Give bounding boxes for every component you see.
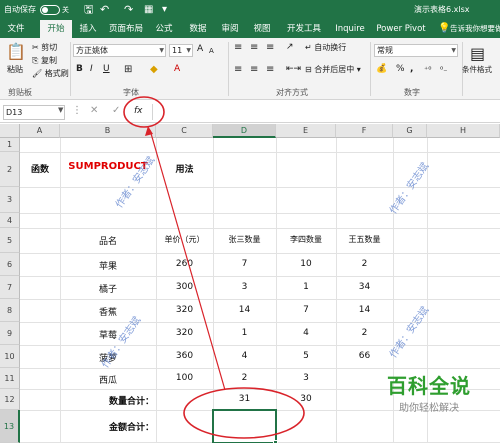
brand-tagline: 助你轻松解决	[399, 403, 459, 414]
annotation-ellipse-fx	[123, 96, 165, 128]
brand-overlay: 百科全说 助你轻松解决	[370, 370, 488, 414]
annotation-arrow-line	[149, 129, 226, 391]
brand-name: 百科全说	[387, 374, 471, 398]
annotation-ellipse-d13	[183, 387, 305, 439]
